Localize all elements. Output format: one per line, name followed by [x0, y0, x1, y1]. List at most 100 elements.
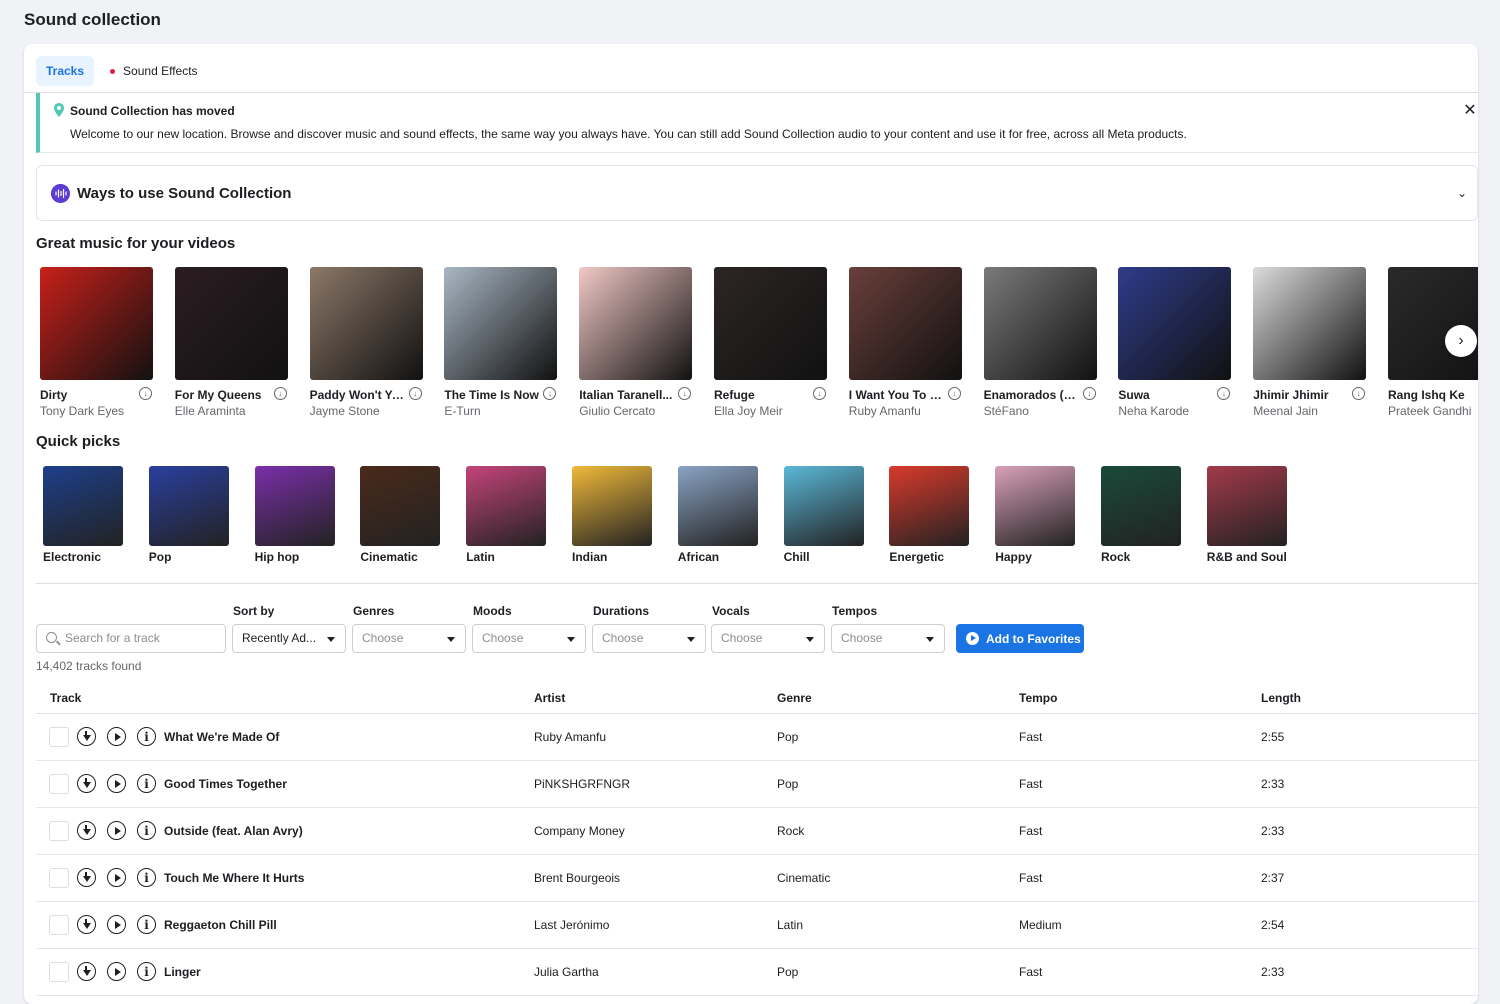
album-artist[interactable]: Meenal Jain [1253, 404, 1318, 418]
quick-pick-image[interactable] [995, 466, 1075, 546]
carousel-next-button[interactable]: › [1445, 325, 1477, 357]
album-card[interactable]: Italian Taranell...↓Giulio Cercato [579, 267, 692, 380]
download-icon[interactable]: ↓ [678, 387, 691, 400]
track-title[interactable]: Good Times Together [164, 777, 287, 791]
column-header-length[interactable]: Length [1261, 691, 1301, 705]
sort-by-select[interactable]: Recently Ad... [232, 624, 346, 653]
download-icon[interactable] [77, 962, 96, 981]
download-icon[interactable] [77, 868, 96, 887]
column-header-tempo[interactable]: Tempo [1019, 691, 1057, 705]
info-icon[interactable]: i [137, 915, 156, 934]
album-card[interactable]: Paddy Won't Yo...↓Jayme Stone [310, 267, 423, 380]
album-title[interactable]: I Want You To S... [849, 388, 945, 402]
quick-pick-energetic[interactable]: Energetic [889, 466, 969, 546]
info-icon[interactable]: i [137, 868, 156, 887]
album-title[interactable]: Suwa [1118, 388, 1214, 402]
album-cover[interactable] [1388, 267, 1478, 380]
play-icon[interactable] [107, 915, 126, 934]
row-checkbox[interactable] [49, 821, 69, 841]
quick-pick-hip-hop[interactable]: Hip hop [255, 466, 335, 546]
quick-pick-image[interactable] [1101, 466, 1181, 546]
download-icon[interactable] [77, 774, 96, 793]
album-card[interactable]: Suwa↓Neha Karode [1118, 267, 1231, 380]
quick-pick-african[interactable]: African [678, 466, 758, 546]
row-checkbox[interactable] [49, 962, 69, 982]
album-artist[interactable]: Tony Dark Eyes [40, 404, 124, 418]
quick-pick-image[interactable] [149, 466, 229, 546]
play-icon[interactable] [107, 868, 126, 887]
album-card[interactable]: Rang Ishq Ke↓Prateek Gandhi [1388, 267, 1478, 380]
quick-pick-image[interactable] [889, 466, 969, 546]
album-title[interactable]: Enamorados (Y... [984, 388, 1080, 402]
album-card[interactable]: The Time Is Now↓E-Turn [444, 267, 557, 380]
row-checkbox[interactable] [49, 915, 69, 935]
album-card[interactable]: I Want You To S...↓Ruby Amanfu [849, 267, 962, 380]
album-cover[interactable] [310, 267, 423, 380]
album-title[interactable]: For My Queens [175, 388, 271, 402]
vocals-select[interactable]: Choose [711, 624, 825, 653]
album-artist[interactable]: Giulio Cercato [579, 404, 655, 418]
download-icon[interactable] [77, 727, 96, 746]
album-cover[interactable] [984, 267, 1097, 380]
album-cover[interactable] [1118, 267, 1231, 380]
quick-pick-image[interactable] [466, 466, 546, 546]
album-cover[interactable] [1253, 267, 1366, 380]
download-icon[interactable]: ↓ [139, 387, 152, 400]
play-icon[interactable] [107, 962, 126, 981]
genres-select[interactable]: Choose [352, 624, 466, 653]
table-row[interactable]: iReggaeton Chill PillLast JerónimoLatinM… [36, 902, 1478, 949]
album-card[interactable]: Jhimir Jhimir↓Meenal Jain [1253, 267, 1366, 380]
track-title[interactable]: Touch Me Where It Hurts [164, 871, 304, 885]
info-icon[interactable]: i [137, 821, 156, 840]
chevron-down-icon[interactable]: ⌄ [1457, 186, 1467, 200]
table-row[interactable]: iTouch Me Where It HurtsBrent BourgeoisC… [36, 855, 1478, 902]
download-icon[interactable]: ↓ [1083, 387, 1096, 400]
album-title[interactable]: Paddy Won't Yo... [310, 388, 406, 402]
quick-pick-image[interactable] [784, 466, 864, 546]
download-icon[interactable]: ↓ [813, 387, 826, 400]
album-title[interactable]: Dirty [40, 388, 136, 402]
quick-pick-image[interactable] [1207, 466, 1287, 546]
album-card[interactable]: Enamorados (Y...↓StéFano [984, 267, 1097, 380]
quick-pick-image[interactable] [572, 466, 652, 546]
quick-pick-image[interactable] [255, 466, 335, 546]
tab-tracks[interactable]: Tracks [36, 56, 94, 86]
quick-pick-r-b-and-soul[interactable]: R&B and Soul [1207, 466, 1287, 546]
moods-select[interactable]: Choose [472, 624, 586, 653]
download-icon[interactable]: ↓ [1217, 387, 1230, 400]
quick-pick-cinematic[interactable]: Cinematic [360, 466, 440, 546]
album-artist[interactable]: Jayme Stone [310, 404, 380, 418]
album-card[interactable]: Refuge↓Ella Joy Meir [714, 267, 827, 380]
album-artist[interactable]: Neha Karode [1118, 404, 1189, 418]
info-icon[interactable]: i [137, 962, 156, 981]
album-title[interactable]: The Time Is Now [444, 388, 540, 402]
row-checkbox[interactable] [49, 727, 69, 747]
search-input[interactable]: Search for a track [36, 624, 226, 653]
row-checkbox[interactable] [49, 774, 69, 794]
album-title[interactable]: Italian Taranell... [579, 388, 675, 402]
table-row[interactable]: iOutside (feat. Alan Avry)Company MoneyR… [36, 808, 1478, 855]
table-row[interactable]: iWhat We're Made OfRuby AmanfuPopFast2:5… [36, 714, 1478, 761]
play-icon[interactable] [107, 774, 126, 793]
album-cover[interactable] [849, 267, 962, 380]
album-cover[interactable] [444, 267, 557, 380]
quick-pick-latin[interactable]: Latin [466, 466, 546, 546]
album-cover[interactable] [40, 267, 153, 380]
table-row[interactable]: iGood Times TogetherPiNKSHGRFNGRPopFast2… [36, 761, 1478, 808]
album-card[interactable]: For My Queens↓Elle Araminta [175, 267, 288, 380]
album-artist[interactable]: Ruby Amanfu [849, 404, 921, 418]
info-icon[interactable]: i [137, 727, 156, 746]
album-card[interactable]: Dirty↓Tony Dark Eyes [40, 267, 153, 380]
add-to-favorites-button[interactable]: Add to Favorites [956, 624, 1084, 653]
track-title[interactable]: Linger [164, 965, 201, 979]
album-title[interactable]: Refuge [714, 388, 810, 402]
quick-pick-pop[interactable]: Pop [149, 466, 229, 546]
ways-to-use-accordion[interactable]: Ways to use Sound Collection ⌄ [36, 165, 1478, 221]
album-artist[interactable]: StéFano [984, 404, 1029, 418]
tempos-select[interactable]: Choose [831, 624, 945, 653]
quick-pick-image[interactable] [360, 466, 440, 546]
album-artist[interactable]: Ella Joy Meir [714, 404, 783, 418]
quick-pick-indian[interactable]: Indian [572, 466, 652, 546]
download-icon[interactable]: ↓ [1352, 387, 1365, 400]
download-icon[interactable] [77, 821, 96, 840]
